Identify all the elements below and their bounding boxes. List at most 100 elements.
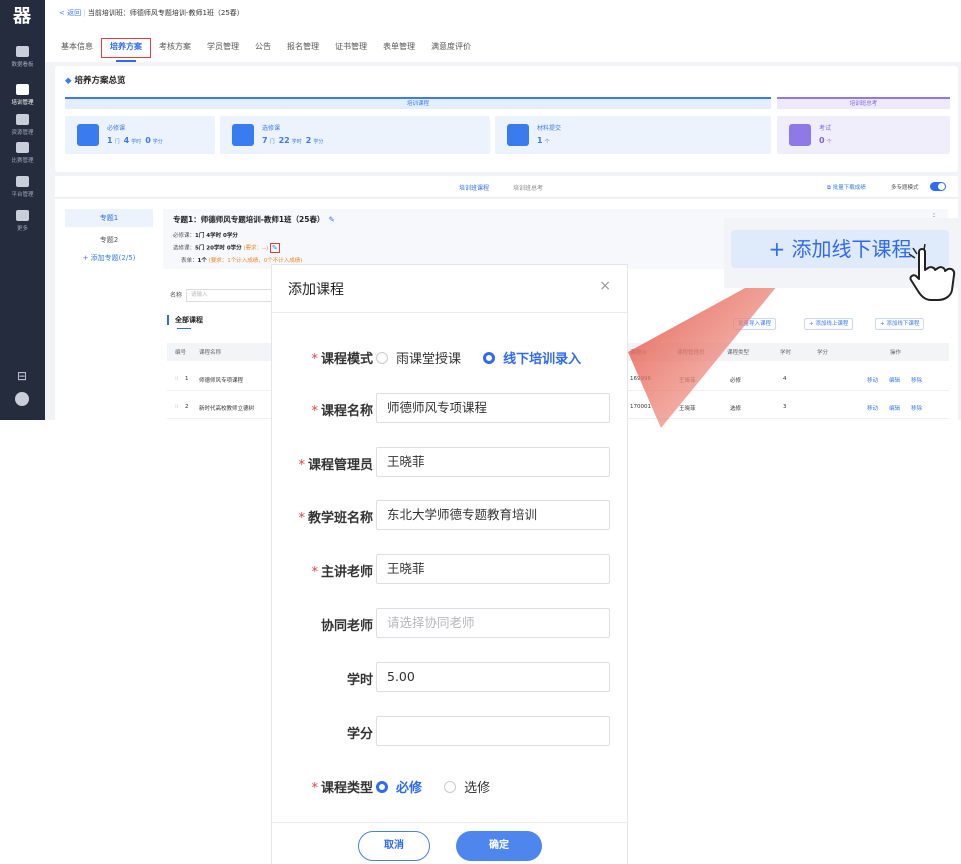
credit-row: 学分	[272, 716, 627, 746]
topic-title: 专题1：师德师风专题培训-教师1班（25春） ✎	[173, 215, 335, 224]
left-nav: 器 数据看板 培训管理 资源管理 比赛管理 平台管理 更多 ⊟	[0, 0, 45, 420]
overview-title: ◆ 培养方案总览	[65, 74, 126, 86]
remove-link[interactable]: 移除	[911, 376, 922, 384]
exam-paper-icon	[789, 124, 811, 146]
cell-type: 必修	[730, 378, 742, 384]
move-link[interactable]: 移动	[867, 376, 878, 384]
multi-topic-toggle[interactable]	[930, 182, 946, 191]
course-type-row: * 课程类型 必修 选修	[272, 770, 627, 800]
lead-teacher-input[interactable]: 王晓菲	[376, 554, 610, 584]
drag-handle-icon[interactable]: ⁞⁞	[175, 404, 179, 410]
cell-name: 师德师风专项课程	[199, 378, 244, 384]
topic-item-1[interactable]: 专题1	[65, 209, 153, 227]
col-name: 课程名称	[199, 350, 222, 356]
radio-required[interactable]: 必修	[376, 777, 422, 796]
cell-hours: 3	[783, 404, 787, 410]
tab-bar: 基本信息 培养方案 考核方案 学员管理 公告 报名管理 证书管理 表单管理 满意…	[53, 38, 479, 62]
divider	[272, 312, 627, 313]
topic-list: 专题1 专题2 + 添加专题(2/5)	[65, 209, 153, 263]
hours-input[interactable]: 5.00	[376, 662, 610, 692]
col-admin: 课程管理员	[677, 350, 705, 356]
nav-item-more[interactable]: 更多	[0, 206, 45, 238]
edit-pencil-icon[interactable]: ✎	[329, 215, 335, 224]
box-title: 材料提交	[537, 125, 562, 132]
credit-input[interactable]	[376, 716, 610, 746]
course-mode-label: * 课程模式	[311, 352, 373, 367]
tab-class-exam[interactable]: 培训班总考	[513, 183, 543, 192]
topic-item-2[interactable]: 专题2	[65, 231, 153, 249]
col-no: 编号	[175, 350, 187, 356]
nav-item-platform[interactable]: 平台管理	[0, 172, 45, 204]
tab-class-courses[interactable]: 培训班课程	[459, 183, 489, 192]
tab-assessment[interactable]: 考核方案	[151, 38, 199, 58]
add-online-course-button[interactable]: + 添加线上课程	[804, 318, 854, 330]
breadcrumb-current: 当前培训班：师德师风专题培训-教师1班（25春）	[87, 9, 244, 17]
course-name-input[interactable]: 师德师风专项课程	[376, 393, 610, 423]
radio-checked-icon	[376, 781, 388, 793]
tab-students[interactable]: 学员管理	[199, 38, 247, 58]
nav-item-dashboard[interactable]: 数据看板	[0, 42, 45, 74]
add-offline-course-button[interactable]: + 添加线下课程	[875, 318, 925, 330]
batch-download-button[interactable]: ⧉ 批量下载成绩	[827, 183, 866, 192]
batch-import-button[interactable]: 批量导入课程	[733, 318, 777, 330]
overview-card: ◆ 培养方案总览 培训课程 培训班总考 必修课 1 门 4 学时 0 学分 选修课 7 门 22…	[55, 66, 958, 172]
tab-certificates[interactable]: 证书管理	[327, 38, 375, 58]
cancel-button[interactable]: 取消	[358, 831, 430, 861]
close-icon[interactable]: ×	[599, 279, 611, 293]
tab-notice[interactable]: 公告	[247, 38, 279, 58]
cell-id: 169996	[630, 376, 651, 382]
page-header: < 返回 | 当前培训班：师德师风专题培训-教师1班（25春） 基本信息 培养方…	[45, 0, 961, 62]
nav-label: 平台管理	[11, 192, 34, 198]
drag-handle-icon[interactable]: ⁞⁞	[175, 376, 179, 382]
cell-id: 170001	[630, 404, 651, 410]
tab-basic-info[interactable]: 基本信息	[53, 38, 101, 58]
exam-box: 考试 0个	[777, 116, 950, 154]
nav-item-competition[interactable]: 比赛管理	[0, 138, 45, 170]
elective-summary: 选修课：5门 20学时 0学分 (要求：--) ✎	[173, 243, 280, 253]
lead-teacher-row: * 主讲老师 王晓菲	[272, 554, 627, 584]
col-credit: 学分	[817, 350, 829, 356]
course-admin-input[interactable]: 王晓菲	[376, 447, 610, 477]
course-mode-radio-group: 雨课堂授课 线下培训录入	[376, 348, 599, 367]
tab-enrollment[interactable]: 报名管理	[279, 38, 327, 58]
cell-admin: 王晓菲	[679, 378, 696, 384]
avatar-icon[interactable]	[15, 392, 29, 406]
col-type: 课程类型	[727, 350, 750, 356]
class-exam-bar: 培训班总考	[777, 97, 950, 109]
edit-link[interactable]: 编辑	[889, 376, 900, 384]
confirm-button[interactable]: 确定	[456, 831, 542, 861]
nav-label: 比赛管理	[11, 158, 34, 164]
box-value: 1 门 4 学时 0 学分	[107, 136, 163, 145]
edit-elective-icon[interactable]: ✎	[269, 243, 280, 253]
tab-training-plan[interactable]: 培养方案	[101, 38, 151, 62]
cell-hours: 4	[783, 376, 787, 382]
tab-forms[interactable]: 表单管理	[375, 38, 423, 58]
remove-link[interactable]: 移除	[911, 404, 922, 412]
course-name-label: * 课程名称	[311, 404, 373, 419]
class-name-input[interactable]: 东北大学师德专题教育培训	[376, 500, 610, 530]
move-link[interactable]: 移动	[867, 404, 878, 412]
course-admin-row: * 课程管理员 王晓菲	[272, 447, 627, 477]
co-teacher-select[interactable]: 请选择协同老师	[376, 608, 610, 638]
collapse-icon[interactable]: ⊟	[14, 368, 30, 384]
add-topic-button[interactable]: + 添加专题(2/5)	[65, 253, 153, 263]
class-name-label: * 教学班名称	[298, 511, 373, 526]
radio-offline-entry[interactable]: 线下培训录入	[483, 348, 581, 367]
back-link[interactable]: < 返回	[59, 9, 81, 17]
box-value: 0个	[819, 136, 832, 145]
nav-label: 资源管理	[11, 130, 34, 136]
nav-item-training[interactable]: 培训管理	[0, 80, 45, 112]
cell-type: 选修	[730, 406, 742, 412]
edit-link[interactable]: 编辑	[889, 404, 900, 412]
radio-rain-classroom[interactable]: 雨课堂授课	[376, 348, 461, 367]
books-icon	[232, 124, 254, 146]
book-icon	[77, 124, 99, 146]
layers-icon	[16, 84, 29, 95]
name-filter-input[interactable]: 请输入	[186, 289, 277, 302]
co-teacher-label: 协同老师	[320, 619, 373, 634]
logo-icon: 器	[13, 6, 31, 27]
radio-elective[interactable]: 选修	[444, 777, 490, 796]
col-ops: 操作	[890, 350, 902, 356]
materials-box: 材料提交 1个	[495, 116, 771, 154]
tab-satisfaction[interactable]: 满意度评价	[423, 38, 479, 58]
